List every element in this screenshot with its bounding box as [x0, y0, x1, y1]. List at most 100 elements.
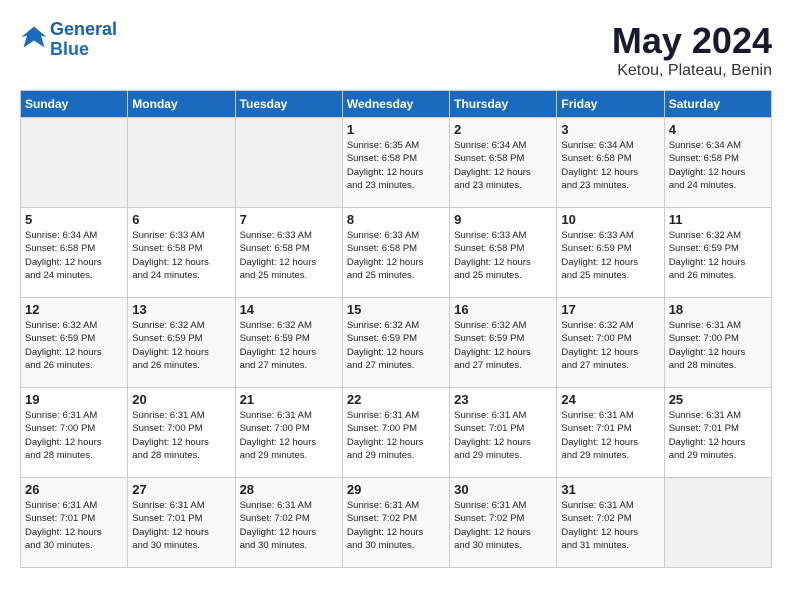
day-info: Sunrise: 6:31 AMSunset: 7:02 PMDaylight:… — [561, 499, 659, 552]
day-info: Sunrise: 6:34 AMSunset: 6:58 PMDaylight:… — [669, 139, 767, 192]
day-info: Sunrise: 6:31 AMSunset: 7:00 PMDaylight:… — [240, 409, 338, 462]
header-day-monday: Monday — [128, 91, 235, 118]
day-info: Sunrise: 6:31 AMSunset: 7:00 PMDaylight:… — [25, 409, 123, 462]
header-day-tuesday: Tuesday — [235, 91, 342, 118]
page-header: GeneralBlue May 2024 Ketou, Plateau, Ben… — [20, 20, 772, 80]
day-info: Sunrise: 6:31 AMSunset: 7:01 PMDaylight:… — [454, 409, 552, 462]
day-number: 22 — [347, 392, 445, 407]
day-info: Sunrise: 6:32 AMSunset: 7:00 PMDaylight:… — [561, 319, 659, 372]
calendar-cell — [128, 118, 235, 208]
calendar-cell: 25Sunrise: 6:31 AMSunset: 7:01 PMDayligh… — [664, 388, 771, 478]
calendar-header: SundayMondayTuesdayWednesdayThursdayFrid… — [21, 91, 772, 118]
day-number: 1 — [347, 122, 445, 137]
calendar-cell — [664, 478, 771, 568]
day-info: Sunrise: 6:32 AMSunset: 6:59 PMDaylight:… — [454, 319, 552, 372]
day-number: 11 — [669, 212, 767, 227]
day-info: Sunrise: 6:31 AMSunset: 7:02 PMDaylight:… — [240, 499, 338, 552]
day-info: Sunrise: 6:31 AMSunset: 7:02 PMDaylight:… — [347, 499, 445, 552]
calendar-cell: 4 Sunrise: 6:34 AMSunset: 6:58 PMDaylight… — [664, 118, 771, 208]
day-number: 28 — [240, 482, 338, 497]
day-number: 20 — [132, 392, 230, 407]
day-number: 15 — [347, 302, 445, 317]
calendar-cell: 21 Sunrise: 6:31 AMSunset: 7:00 PMDayligh… — [235, 388, 342, 478]
day-number: 27 — [132, 482, 230, 497]
calendar-cell: 9 Sunrise: 6:33 AMSunset: 6:58 PMDaylight… — [450, 208, 557, 298]
calendar-cell: 1 Sunrise: 6:35 AMSunset: 6:58 PMDaylight… — [342, 118, 449, 208]
day-info: Sunrise: 6:33 AMSunset: 6:59 PMDaylight:… — [561, 229, 659, 282]
day-number: 5 — [25, 212, 123, 227]
calendar-cell: 30 Sunrise: 6:31 AMSunset: 7:02 PMDayligh… — [450, 478, 557, 568]
calendar-cell: 2 Sunrise: 6:34 AMSunset: 6:58 PMDaylight… — [450, 118, 557, 208]
day-info: Sunrise: 6:34 AMSunset: 6:58 PMDaylight:… — [561, 139, 659, 192]
day-number: 7 — [240, 212, 338, 227]
day-number: 16 — [454, 302, 552, 317]
day-number: 2 — [454, 122, 552, 137]
day-info: Sunrise: 6:31 AMSunset: 7:01 PMDaylight:… — [561, 409, 659, 462]
calendar-cell: 26Sunrise: 6:31 AMSunset: 7:01 PMDayligh… — [21, 478, 128, 568]
header-day-thursday: Thursday — [450, 91, 557, 118]
day-info: Sunrise: 6:31 AMSunset: 7:00 PMDaylight:… — [669, 319, 767, 372]
week-row-2: 5Sunrise: 6:34 AMSunset: 6:58 PMDaylight… — [21, 208, 772, 298]
calendar-cell: 19 Sunrise: 6:31 AMSunset: 7:00 PMDayligh… — [21, 388, 128, 478]
header-day-sunday: Sunday — [21, 91, 128, 118]
day-info: Sunrise: 6:34 AMSunset: 6:58 PMDaylight:… — [454, 139, 552, 192]
week-row-3: 12 Sunrise: 6:32 AMSunset: 6:59 PMDayligh… — [21, 298, 772, 388]
header-row: SundayMondayTuesdayWednesdayThursdayFrid… — [21, 91, 772, 118]
day-info: Sunrise: 6:32 AMSunset: 6:59 PMDaylight:… — [240, 319, 338, 372]
calendar-cell: 27 Sunrise: 6:31 AMSunset: 7:01 PMDayligh… — [128, 478, 235, 568]
logo-text: GeneralBlue — [50, 20, 117, 60]
day-info: Sunrise: 6:31 AMSunset: 7:02 PMDaylight:… — [454, 499, 552, 552]
day-info: Sunrise: 6:31 AMSunset: 7:01 PMDaylight:… — [669, 409, 767, 462]
day-number: 9 — [454, 212, 552, 227]
day-number: 4 — [669, 122, 767, 137]
calendar-cell: 15Sunrise: 6:32 AMSunset: 6:59 PMDayligh… — [342, 298, 449, 388]
calendar-cell — [235, 118, 342, 208]
calendar-cell: 22 Sunrise: 6:31 AMSunset: 7:00 PMDayligh… — [342, 388, 449, 478]
calendar-cell: 5Sunrise: 6:34 AMSunset: 6:58 PMDaylight… — [21, 208, 128, 298]
title-area: May 2024 Ketou, Plateau, Benin — [612, 20, 772, 80]
header-day-saturday: Saturday — [664, 91, 771, 118]
calendar-cell: 13 Sunrise: 6:32 AMSunset: 6:59 PMDayligh… — [128, 298, 235, 388]
day-number: 17 — [561, 302, 659, 317]
day-number: 29 — [347, 482, 445, 497]
day-info: Sunrise: 6:33 AMSunset: 6:58 PMDaylight:… — [132, 229, 230, 282]
calendar-cell: 18 Sunrise: 6:31 AMSunset: 7:00 PMDayligh… — [664, 298, 771, 388]
day-info: Sunrise: 6:33 AMSunset: 6:58 PMDaylight:… — [240, 229, 338, 282]
day-number: 13 — [132, 302, 230, 317]
day-info: Sunrise: 6:32 AMSunset: 6:59 PMDaylight:… — [669, 229, 767, 282]
header-day-wednesday: Wednesday — [342, 91, 449, 118]
day-number: 24 — [561, 392, 659, 407]
calendar-cell: 28 Sunrise: 6:31 AMSunset: 7:02 PMDayligh… — [235, 478, 342, 568]
calendar-cell: 7 Sunrise: 6:33 AMSunset: 6:58 PMDaylight… — [235, 208, 342, 298]
calendar-cell: 11 Sunrise: 6:32 AMSunset: 6:59 PMDayligh… — [664, 208, 771, 298]
week-row-5: 26 Sunrise: 6:31 AMSunset: 7:01 PMDayligh… — [21, 478, 772, 568]
day-number: 19 — [25, 392, 123, 407]
week-row-4: 19 Sunrise: 6:31 AMSunset: 7:00 PMDayligh… — [21, 388, 772, 478]
day-info: Sunrise: 6:31 AMSunset: 7:01 PMDaylight:… — [132, 499, 230, 552]
day-number: 8 — [347, 212, 445, 227]
day-info: Sunrise: 6:32 AMSunset: 6:59 PMDaylight:… — [25, 319, 123, 372]
day-info: Sunrise: 6:31 AMSunset: 7:00 PMDaylight:… — [347, 409, 445, 462]
day-number: 10 — [561, 212, 659, 227]
header-day-friday: Friday — [557, 91, 664, 118]
day-number: 30 — [454, 482, 552, 497]
day-info: Sunrise: 6:33 AMSunset: 6:58 PMDaylight:… — [347, 229, 445, 282]
calendar-cell: 16 Sunrise: 6:32 AMSunset: 6:59 PMDayligh… — [450, 298, 557, 388]
day-number: 18 — [669, 302, 767, 317]
day-number: 14 — [240, 302, 338, 317]
location-title: Ketou, Plateau, Benin — [612, 62, 772, 80]
day-info: Sunrise: 6:31 AMSunset: 7:00 PMDaylight:… — [132, 409, 230, 462]
day-number: 3 — [561, 122, 659, 137]
day-number: 26 — [25, 482, 123, 497]
calendar-cell: 17 Sunrise: 6:32 AMSunset: 7:00 PMDayligh… — [557, 298, 664, 388]
calendar-cell: 14 Sunrise: 6:32 AMSunset: 6:59 PMDayligh… — [235, 298, 342, 388]
day-number: 31 — [561, 482, 659, 497]
day-info: Sunrise: 6:32 AMSunset: 6:59 PMDaylight:… — [132, 319, 230, 372]
day-info: Sunrise: 6:35 AMSunset: 6:58 PMDaylight:… — [347, 139, 445, 192]
calendar-cell: 29 Sunrise: 6:31 AMSunset: 7:02 PMDayligh… — [342, 478, 449, 568]
day-number: 12 — [25, 302, 123, 317]
week-row-1: 1 Sunrise: 6:35 AMSunset: 6:58 PMDaylight… — [21, 118, 772, 208]
day-info: Sunrise: 6:33 AMSunset: 6:58 PMDaylight:… — [454, 229, 552, 282]
calendar-cell: 10 Sunrise: 6:33 AMSunset: 6:59 PMDayligh… — [557, 208, 664, 298]
day-number: 21 — [240, 392, 338, 407]
